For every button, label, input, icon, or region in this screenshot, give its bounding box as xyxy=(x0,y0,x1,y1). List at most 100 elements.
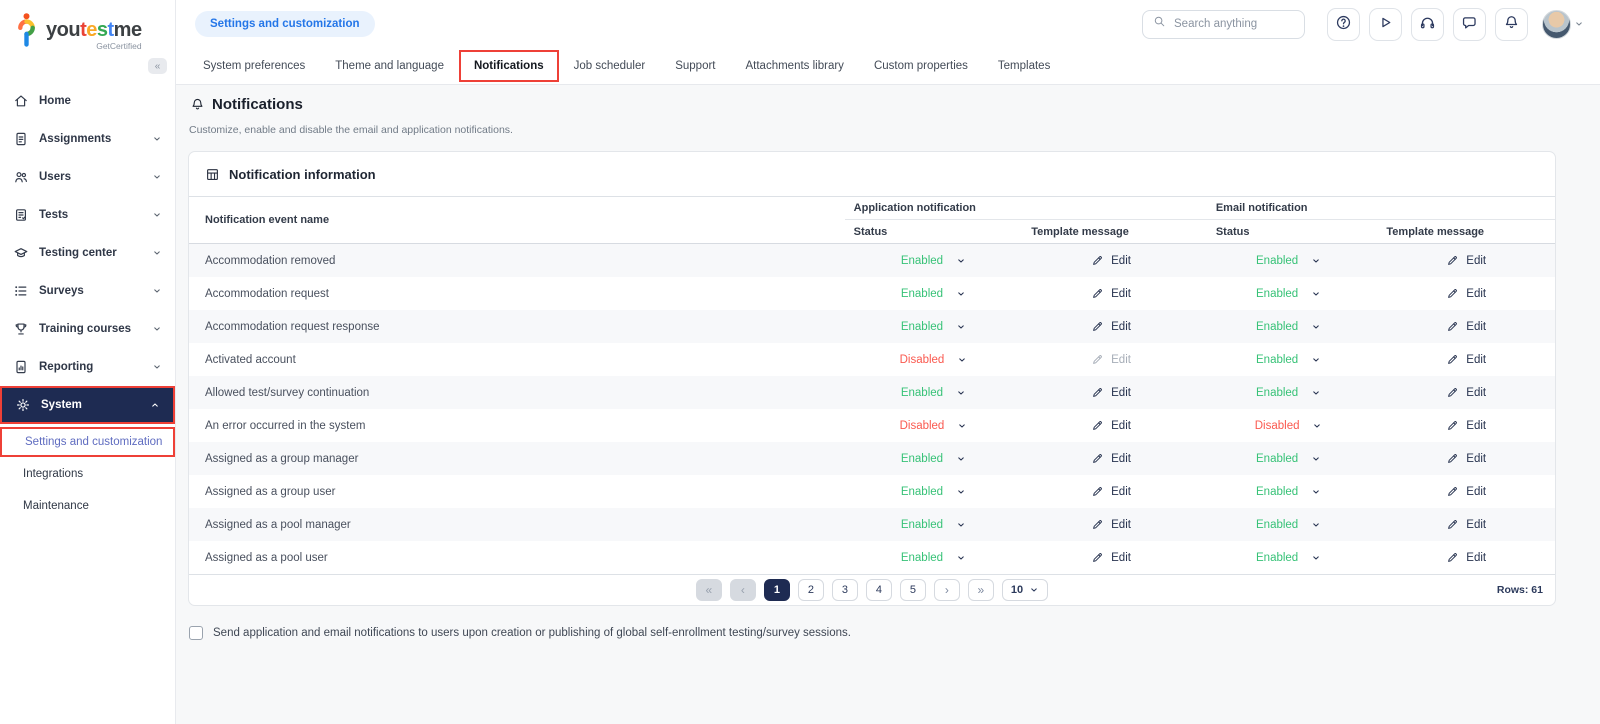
global-notifications-option: Send application and email notifications… xyxy=(189,626,1556,640)
app-template-edit-button[interactable]: Edit xyxy=(1091,353,1131,366)
email-status-dropdown[interactable]: Enabled xyxy=(1256,519,1321,531)
search-box[interactable] xyxy=(1142,9,1305,39)
email-status-value: Enabled xyxy=(1256,518,1299,531)
testing-center-icon xyxy=(13,245,29,261)
main-area: Settings and customization System prefer… xyxy=(176,0,1600,724)
pencil-icon xyxy=(1091,518,1104,531)
pagination-first-button[interactable]: « xyxy=(695,579,722,601)
avatar[interactable] xyxy=(1542,9,1571,39)
app-template-edit-button[interactable]: Edit xyxy=(1091,551,1131,564)
pagination-page-button-3[interactable]: 3 xyxy=(831,579,858,601)
table-body: Accommodation removed Enabled Edit Enabl… xyxy=(189,244,1555,574)
app-status-value: Enabled xyxy=(900,287,944,300)
chat-button[interactable] xyxy=(1453,7,1486,41)
sidebar-collapse-button[interactable]: « xyxy=(148,58,167,74)
email-status-dropdown[interactable]: Disabled xyxy=(1255,420,1323,432)
email-template-edit-button[interactable]: Edit xyxy=(1446,452,1486,465)
email-status-dropdown[interactable]: Enabled xyxy=(1256,288,1321,300)
app-template-edit-button[interactable]: Edit xyxy=(1091,452,1131,465)
pagination-page-button-5[interactable]: 5 xyxy=(899,579,926,601)
app-status-dropdown[interactable]: Enabled xyxy=(901,255,966,267)
email-template-edit-button[interactable]: Edit xyxy=(1446,551,1486,564)
pencil-icon xyxy=(1091,551,1104,564)
email-status-dropdown[interactable]: Enabled xyxy=(1256,552,1321,564)
app-status-value: Enabled xyxy=(900,452,944,465)
play-button[interactable] xyxy=(1369,7,1402,41)
email-status-dropdown[interactable]: Enabled xyxy=(1256,387,1321,399)
email-template-edit-button[interactable]: Edit xyxy=(1446,353,1486,366)
pagination-page-button-2[interactable]: 2 xyxy=(797,579,824,601)
app-template-edit-button[interactable]: Edit xyxy=(1091,320,1131,333)
chevron-down-icon xyxy=(956,388,966,398)
app-template-edit-button[interactable]: Edit xyxy=(1091,419,1131,432)
pagination-page-button-1[interactable]: 1 xyxy=(763,579,790,601)
email-template-edit-button[interactable]: Edit xyxy=(1446,419,1486,432)
bell-icon xyxy=(1503,14,1520,34)
app-status-dropdown[interactable]: Enabled xyxy=(901,552,966,564)
sidebar-subitem-maintenance[interactable]: Maintenance xyxy=(0,491,175,521)
app-template-edit-button[interactable]: Edit xyxy=(1091,386,1131,399)
sidebar-item-surveys[interactable]: Surveys xyxy=(0,272,175,310)
search-input[interactable] xyxy=(1174,18,1294,30)
table-row: Allowed test/survey continuation Enabled… xyxy=(189,376,1555,409)
tab-notifications[interactable]: Notifications xyxy=(458,48,559,84)
user-menu[interactable] xyxy=(1542,9,1584,39)
tab-system-preferences[interactable]: System preferences xyxy=(188,48,320,84)
chevron-down-icon xyxy=(1311,520,1321,530)
tab-job-scheduler[interactable]: Job scheduler xyxy=(559,48,661,84)
sidebar-item-system[interactable]: System xyxy=(0,386,175,424)
email-status-dropdown[interactable]: Enabled xyxy=(1256,486,1321,498)
breadcrumb[interactable]: Settings and customization xyxy=(195,11,375,37)
app-status-dropdown[interactable]: Disabled xyxy=(900,354,968,366)
sidebar-item-training-courses[interactable]: Training courses xyxy=(0,310,175,348)
chevron-down-icon xyxy=(1311,355,1321,365)
send-notifications-checkbox[interactable] xyxy=(189,626,203,640)
sidebar-item-users[interactable]: Users xyxy=(0,158,175,196)
notifications-button[interactable] xyxy=(1495,7,1528,41)
app-status-dropdown[interactable]: Enabled xyxy=(901,387,966,399)
app-template-edit-button[interactable]: Edit xyxy=(1091,518,1131,531)
app-status-dropdown[interactable]: Enabled xyxy=(901,486,966,498)
chevron-down-icon xyxy=(152,286,162,296)
sidebar-subitem-settings-and-customization[interactable]: Settings and customization xyxy=(0,427,175,457)
app-status-dropdown[interactable]: Disabled xyxy=(900,420,968,432)
rows-per-page-select[interactable]: 10 xyxy=(1001,579,1049,601)
app-status-dropdown[interactable]: Enabled xyxy=(901,288,966,300)
app-status-dropdown[interactable]: Enabled xyxy=(901,453,966,465)
email-template-edit-button[interactable]: Edit xyxy=(1446,485,1486,498)
help-button[interactable] xyxy=(1327,7,1360,41)
chevron-down-icon xyxy=(956,553,966,563)
email-template-edit-button[interactable]: Edit xyxy=(1446,386,1486,399)
email-status-dropdown[interactable]: Enabled xyxy=(1256,321,1321,333)
sidebar-item-reporting[interactable]: Reporting xyxy=(0,348,175,386)
sidebar-subitem-integrations[interactable]: Integrations xyxy=(0,459,175,489)
sidebar-item-assignments[interactable]: Assignments xyxy=(0,120,175,158)
app-status-dropdown[interactable]: Enabled xyxy=(901,321,966,333)
email-template-edit-button[interactable]: Edit xyxy=(1446,518,1486,531)
tab-theme-and-language[interactable]: Theme and language xyxy=(320,48,459,84)
email-status-dropdown[interactable]: Enabled xyxy=(1256,354,1321,366)
tab-attachments-library[interactable]: Attachments library xyxy=(731,48,859,84)
tab-custom-properties[interactable]: Custom properties xyxy=(859,48,983,84)
sidebar-item-tests[interactable]: Tests xyxy=(0,196,175,234)
email-template-edit-button[interactable]: Edit xyxy=(1446,254,1486,267)
email-template-edit-button[interactable]: Edit xyxy=(1446,287,1486,300)
pagination-prev-button[interactable]: ‹ xyxy=(729,579,756,601)
app-template-edit-button[interactable]: Edit xyxy=(1091,287,1131,300)
email-status-dropdown[interactable]: Enabled xyxy=(1256,453,1321,465)
sidebar-item-home[interactable]: Home xyxy=(0,82,175,120)
app-template-edit-button[interactable]: Edit xyxy=(1091,254,1131,267)
pagination-last-button[interactable]: » xyxy=(967,579,994,601)
tab-templates[interactable]: Templates xyxy=(983,48,1065,84)
chevron-down-icon xyxy=(956,322,966,332)
tab-support[interactable]: Support xyxy=(660,48,730,84)
email-template-edit-button[interactable]: Edit xyxy=(1446,320,1486,333)
support-button[interactable] xyxy=(1411,7,1444,41)
email-status-dropdown[interactable]: Enabled xyxy=(1256,255,1321,267)
app-template-edit-button[interactable]: Edit xyxy=(1091,485,1131,498)
sidebar-item-testing-center[interactable]: Testing center xyxy=(0,234,175,272)
pagination-next-button[interactable]: › xyxy=(933,579,960,601)
pagination-page-button-4[interactable]: 4 xyxy=(865,579,892,601)
chevron-down-icon xyxy=(1311,454,1321,464)
app-status-dropdown[interactable]: Enabled xyxy=(901,519,966,531)
